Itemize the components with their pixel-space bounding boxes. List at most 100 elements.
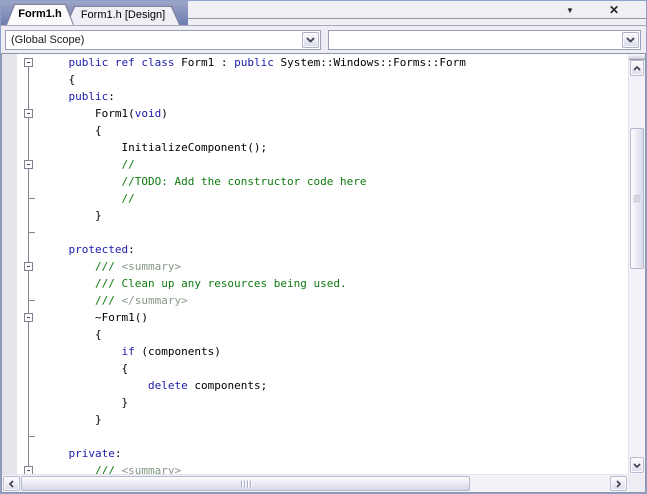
code-segment [42, 277, 95, 290]
tab-label: Form1.h [6, 4, 74, 25]
code-segment: ~Form1() [42, 311, 148, 324]
fold-end-tick [29, 198, 35, 199]
tab-form1h-design[interactable]: Form1.h [Design] [66, 6, 180, 25]
code-line: // [42, 190, 628, 207]
code-segment: protected [69, 243, 129, 256]
scope-combobox[interactable]: (Global Scope) [5, 30, 321, 50]
code-segment: { [42, 124, 102, 137]
code-segment: Form1 : [175, 56, 235, 69]
fold-collapse-icon[interactable] [24, 58, 33, 67]
code-segment: Form1( [42, 107, 135, 120]
chevron-down-icon [626, 37, 635, 43]
code-line: private: [42, 445, 628, 462]
vertical-scrollbar[interactable] [628, 54, 645, 474]
navigation-bar: (Global Scope) [1, 25, 646, 53]
code-segment: : [128, 243, 135, 256]
code-line: { [42, 360, 628, 377]
fold-collapse-icon[interactable] [24, 160, 33, 169]
vertical-scrollbar-thumb[interactable] [630, 128, 644, 269]
code-lines: public ref class Form1 : public System::… [2, 54, 628, 474]
scroll-left-button[interactable] [3, 476, 20, 491]
code-segment [42, 192, 121, 205]
code-segment: : [108, 90, 115, 103]
code-line: { [42, 122, 628, 139]
code-segment: /// [95, 260, 122, 273]
code-line: { [42, 71, 628, 88]
fold-collapse-icon[interactable] [24, 109, 33, 118]
code-segment: private [69, 447, 115, 460]
code-line: public ref class Form1 : public System::… [42, 54, 628, 71]
code-line: } [42, 207, 628, 224]
code-segment: public [69, 90, 109, 103]
code-line: //TODO: Add the constructor code here [42, 173, 628, 190]
code-segment: // [121, 192, 134, 205]
document-tab-strip: Form1.h Form1.h [Design] ▼ ✕ [1, 1, 646, 25]
scrollbar-corner [628, 474, 645, 492]
horizontal-scrollbar-thumb[interactable] [21, 476, 470, 491]
code-segment: // [121, 158, 134, 171]
code-line: public: [42, 88, 628, 105]
code-segment: <summary> [121, 260, 181, 273]
code-segment [42, 175, 121, 188]
code-segment [42, 294, 95, 307]
code-segment: ) [161, 107, 168, 120]
fold-end-tick [29, 436, 35, 437]
code-segment: { [42, 73, 75, 86]
code-segment: } [42, 396, 128, 409]
tab-label: Form1.h [Design] [66, 6, 180, 25]
document-list-dropdown-icon[interactable]: ▼ [561, 3, 579, 18]
code-segment [42, 90, 69, 103]
code-line: /// </summary> [42, 292, 628, 309]
code-segment: ref [115, 56, 135, 69]
code-line [42, 224, 628, 241]
code-segment: /// Clean up any resources being used. [95, 277, 347, 290]
chevron-left-icon [9, 480, 14, 488]
code-segment: (components) [135, 345, 221, 358]
code-line: } [42, 394, 628, 411]
code-segment [42, 447, 69, 460]
fold-collapse-icon[interactable] [24, 466, 33, 474]
code-segment: } [42, 413, 102, 426]
code-segment: /// [95, 294, 122, 307]
code-segment: </summary> [121, 294, 187, 307]
code-line: if (components) [42, 343, 628, 360]
code-segment [42, 379, 148, 392]
code-segment: if [121, 345, 134, 358]
code-segment: class [141, 56, 174, 69]
code-segment [108, 56, 115, 69]
fold-collapse-icon[interactable] [24, 262, 33, 271]
code-segment: InitializeComponent(); [42, 141, 267, 154]
code-segment: public [234, 56, 274, 69]
fold-collapse-icon[interactable] [24, 313, 33, 322]
horizontal-scrollbar[interactable] [2, 474, 628, 492]
code-text-area[interactable]: public ref class Form1 : public System::… [2, 54, 628, 474]
fold-column [2, 54, 42, 474]
scope-combobox-dropdown-button[interactable] [302, 32, 319, 48]
code-segment [42, 56, 69, 69]
member-combobox-dropdown-button[interactable] [622, 32, 639, 48]
code-segment [42, 260, 95, 273]
scroll-right-button[interactable] [610, 476, 627, 491]
code-line: /// <summary> [42, 258, 628, 275]
code-segment: public [69, 56, 109, 69]
code-segment [42, 464, 95, 474]
scroll-up-button[interactable] [630, 60, 644, 76]
member-combobox[interactable] [328, 30, 641, 50]
code-segment: <summary> [121, 464, 181, 474]
code-line [42, 428, 628, 445]
code-segment: System::Windows::Forms::Form [274, 56, 466, 69]
chevron-right-icon [616, 480, 621, 488]
thumb-grip [634, 194, 641, 203]
code-line: protected: [42, 241, 628, 258]
chevron-up-icon [633, 66, 641, 71]
code-segment: void [135, 107, 162, 120]
code-segment: /// [95, 464, 122, 474]
close-icon[interactable]: ✕ [605, 3, 623, 18]
thumb-grip [240, 480, 252, 487]
code-line: InitializeComponent(); [42, 139, 628, 156]
tab-form1h[interactable]: Form1.h [6, 4, 74, 25]
tab-strip-divider [188, 18, 646, 19]
code-segment: { [42, 362, 128, 375]
code-line: /// Clean up any resources being used. [42, 275, 628, 292]
scroll-down-button[interactable] [630, 457, 644, 473]
